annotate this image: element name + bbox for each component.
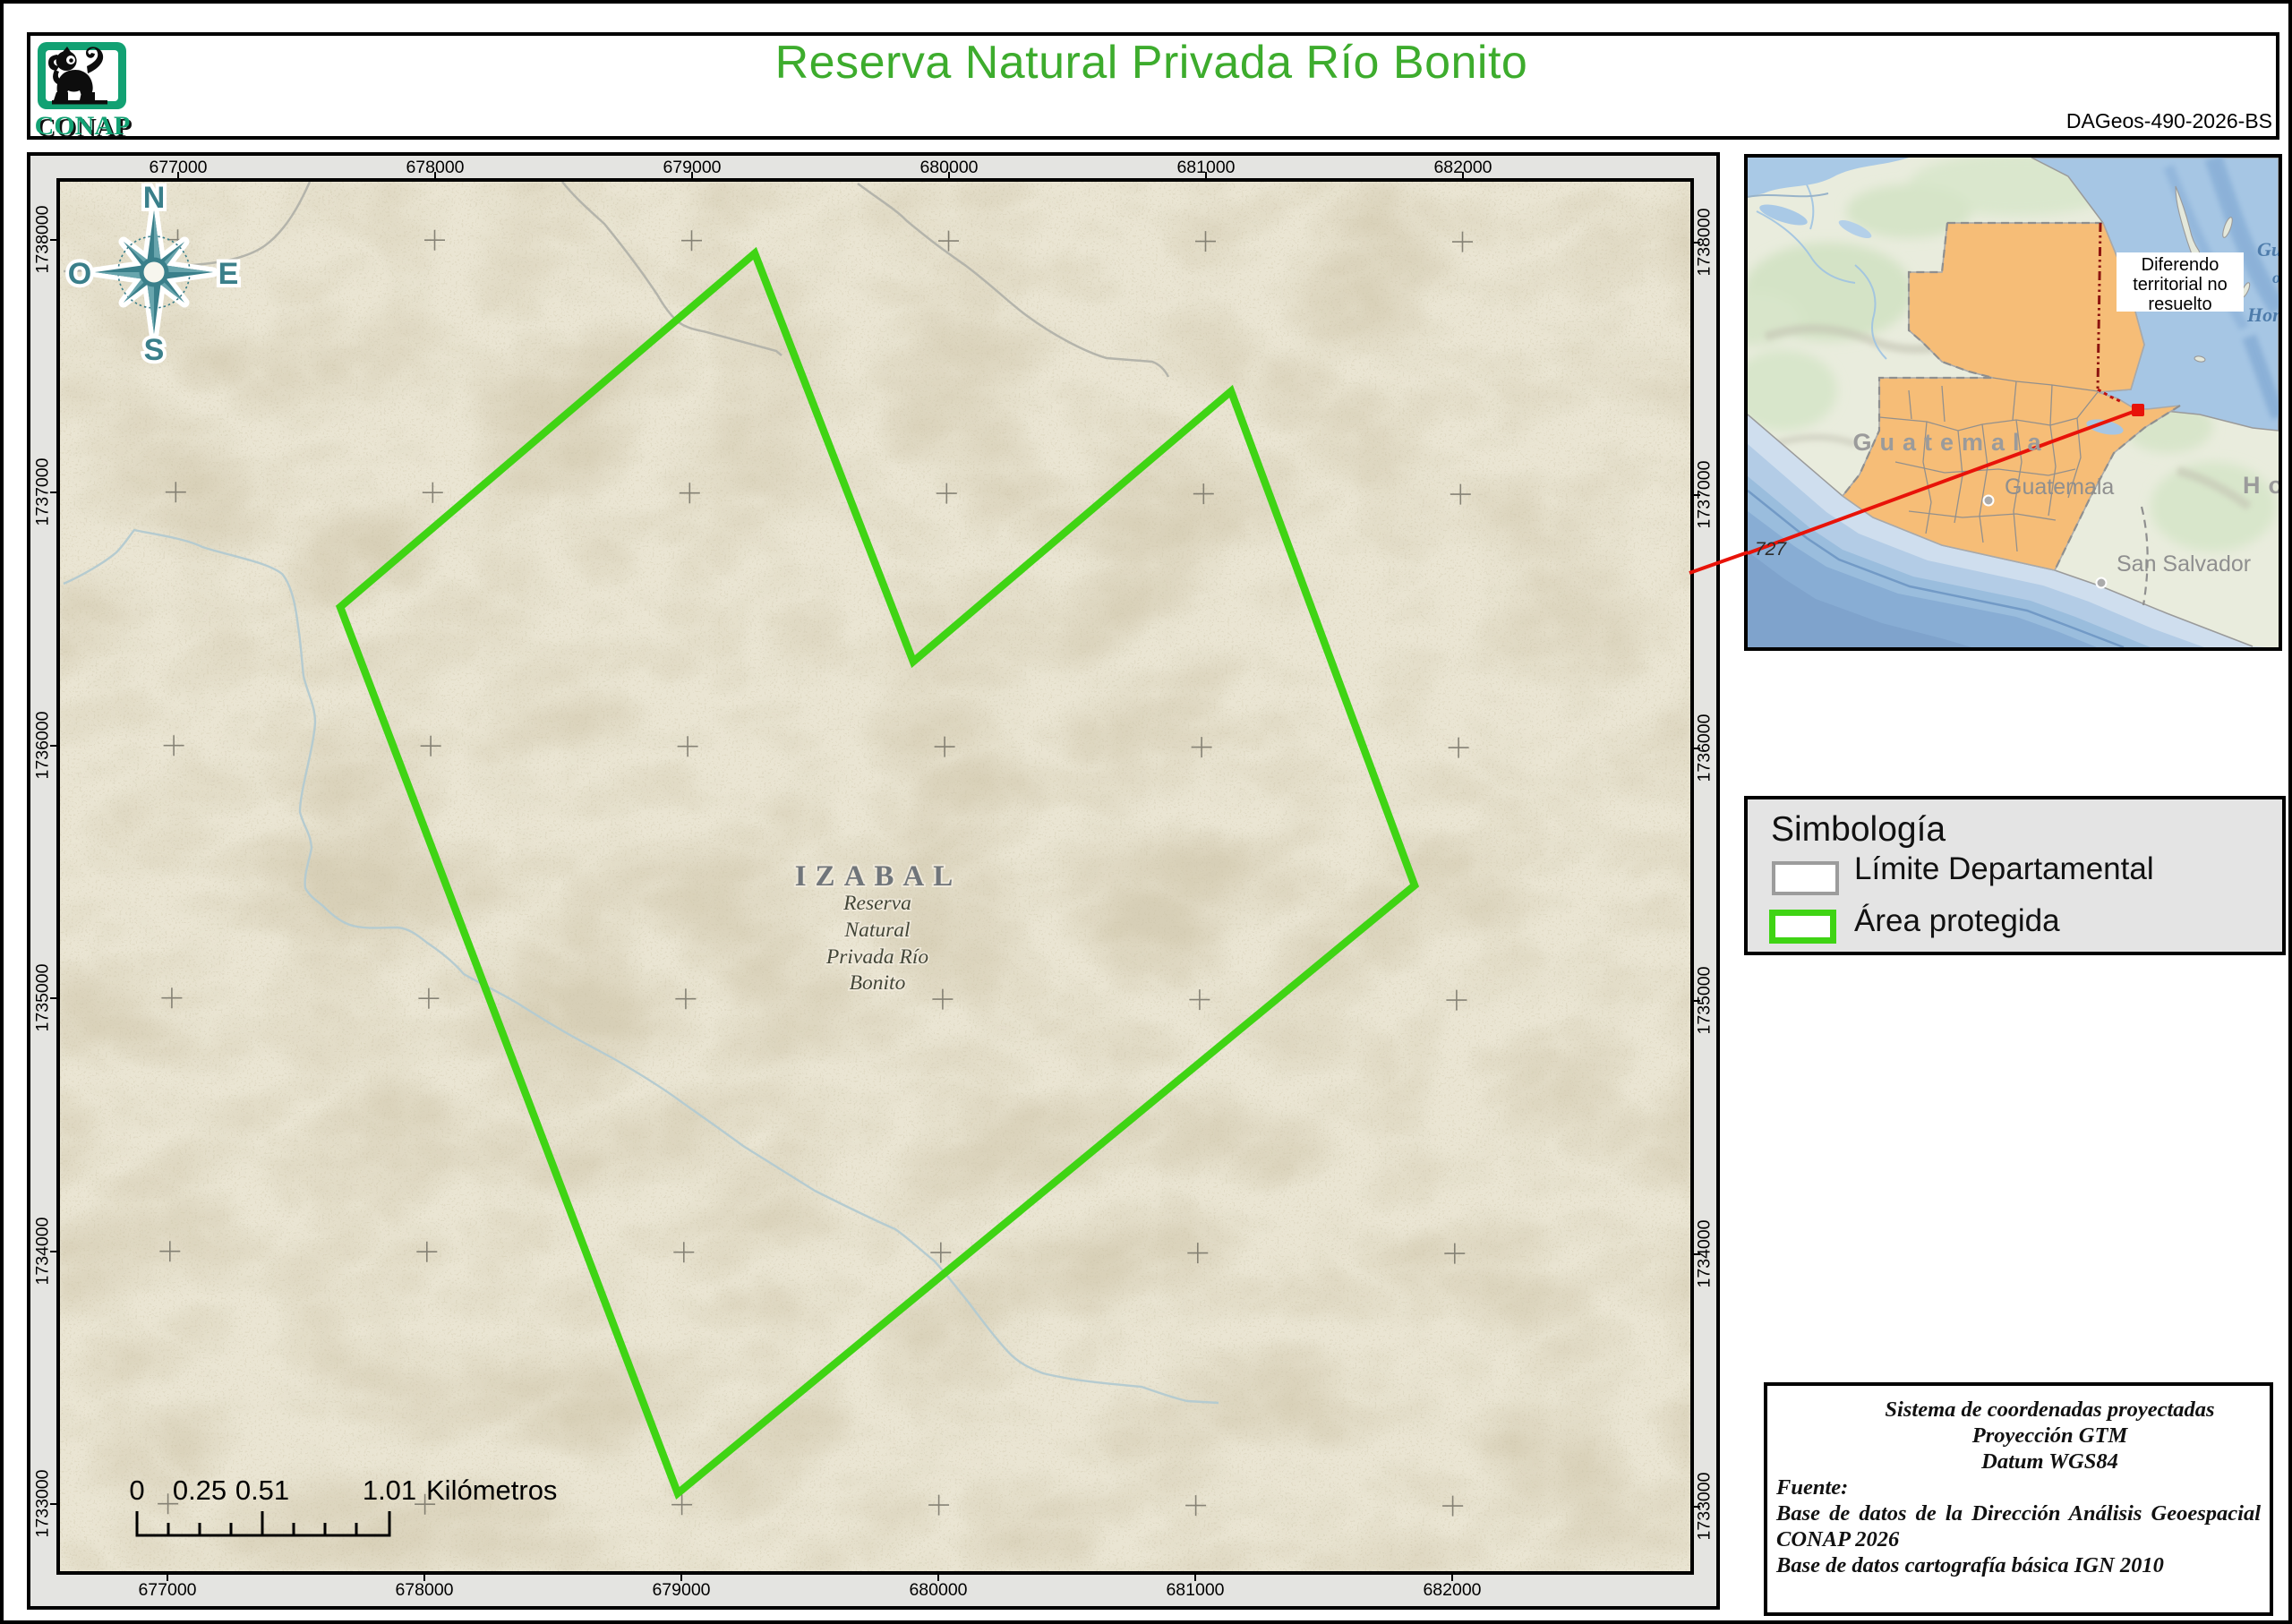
svg-text:S: S xyxy=(144,333,165,367)
svg-text:0.25: 0.25 xyxy=(173,1474,227,1506)
svg-text:San Salvador: San Salvador xyxy=(2117,551,2251,577)
svg-text:CONAP: CONAP xyxy=(35,111,131,141)
svg-text:Natural: Natural xyxy=(843,919,911,942)
svg-text:0: 0 xyxy=(129,1474,144,1506)
svg-text:IZABAL: IZABAL xyxy=(795,860,962,893)
svg-text:Gu: Gu xyxy=(2257,238,2279,261)
svg-text:Guatemala: Guatemala xyxy=(1852,429,2048,456)
svg-text:E: E xyxy=(218,257,239,291)
svg-text:Ho: Ho xyxy=(2243,472,2279,499)
svg-text:O: O xyxy=(68,257,91,291)
svg-text:Kilómetros: Kilómetros xyxy=(426,1474,557,1506)
svg-text:Diferendo: Diferendo xyxy=(2142,255,2219,275)
svg-text:Bonito: Bonito xyxy=(850,971,906,995)
svg-text:Guatemala: Guatemala xyxy=(2005,474,2114,500)
svg-text:o: o xyxy=(2272,269,2279,286)
svg-text:territorial no: territorial no xyxy=(2133,275,2228,295)
svg-text:1.01: 1.01 xyxy=(363,1474,416,1506)
svg-text:0.51: 0.51 xyxy=(235,1474,289,1506)
svg-text:Privada Río: Privada Río xyxy=(825,945,928,969)
svg-text:Hon: Hon xyxy=(2246,303,2279,326)
svg-text:resuelto: resuelto xyxy=(2148,295,2211,314)
svg-text:Reserva: Reserva xyxy=(842,892,911,915)
svg-text:727: 727 xyxy=(1755,539,1787,560)
svg-text:N: N xyxy=(143,182,166,215)
